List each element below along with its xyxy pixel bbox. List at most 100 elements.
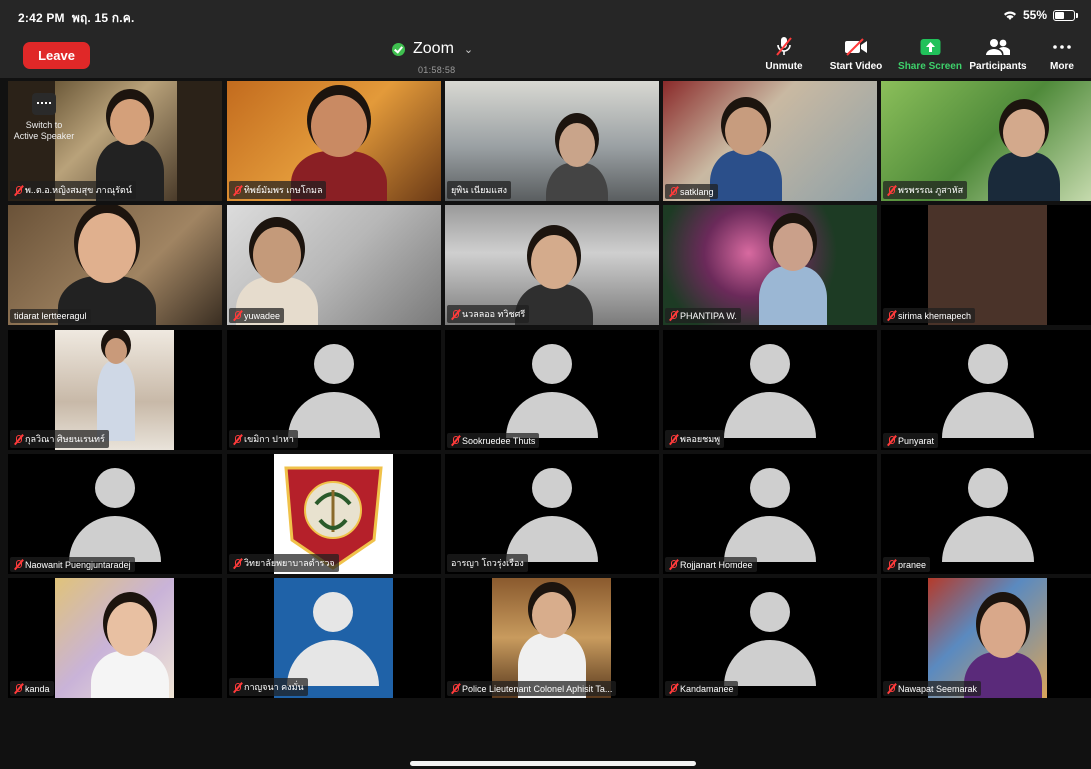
mic-muted-icon [14,434,23,445]
battery-level [1055,11,1064,19]
participant-name-tag: Kandamanee [665,681,738,696]
mic-muted-icon [233,558,242,569]
video-feed [663,81,877,201]
more-label: More [1050,61,1074,72]
mic-muted-icon [233,310,242,321]
participant-tile[interactable]: ทิพย์มัมพร เกษโกมล [227,81,441,201]
participant-name: นวลลออ ทวิชศรี [462,309,526,319]
participant-name-tag: พ..ต.อ.หญิงสมสุข ภาณุรัตน์ [10,181,136,199]
participant-tile[interactable]: กาญจนา คงมั่น [227,578,441,698]
participant-name: Police Lieutenant Colonel Aphisit Ta... [462,683,613,694]
avatar-placeholder-icon [942,468,1034,562]
participant-tile[interactable]: Rojjanart Homdee [663,454,877,574]
avatar-placeholder-icon [724,592,816,686]
participant-name: Punyarat [898,435,935,446]
video-feed [928,578,1047,698]
participant-tile[interactable]: yuwadee [227,205,441,325]
more-button[interactable]: More [1025,36,1091,72]
participant-tile[interactable]: Police Lieutenant Colonel Aphisit Ta... [445,578,659,698]
participant-name: satklang [680,186,714,197]
participant-name-tag: Sookruedee Thuts [447,433,540,448]
wifi-icon [1003,11,1016,20]
person-face [107,602,153,656]
share-screen-label: Share Screen [898,61,962,72]
mic-muted-icon [887,185,896,196]
participant-tile[interactable]: Punyarat [881,330,1091,450]
mic-muted-icon [669,434,678,445]
participant-tile[interactable]: เขมิกา ปาหา [227,330,441,450]
avatar-placeholder-icon [506,344,598,438]
video-gallery: Switch to Active Speaker พ..ต.อ.หญิงสมสุข… [8,81,1091,699]
participant-tile[interactable]: Kandamanee [663,578,877,698]
participant-name-tag: อารญา โถวรุ่งเรือง [447,554,528,572]
start-video-label: Start Video [829,61,883,72]
participant-name-tag: tidarat lertteeragul [10,309,91,323]
participant-tile[interactable]: PHANTIPA W. [663,205,877,325]
video-feed [8,205,222,325]
leave-button[interactable]: Leave [23,42,90,69]
participants-button[interactable]: Participants [961,36,1035,72]
avatar-placeholder-icon [724,344,816,438]
participant-tile[interactable]: อารญา โถวรุ่งเรือง [445,454,659,574]
participant-name: Nawapat Seemarak [898,683,978,694]
participant-name-tag: satklang [665,184,718,199]
participant-tile[interactable]: tidarat lertteeragul [8,205,222,325]
participant-tile[interactable]: kanda [8,578,222,698]
video-feed [928,205,1047,325]
mic-muted-icon [669,559,678,570]
participant-tile[interactable]: sirima khemapech [881,205,1091,325]
mic-muted-icon [669,310,678,321]
participant-tile[interactable]: Sookruedee Thuts [445,330,659,450]
participant-tile[interactable]: ยุพิน เนียมแสง [445,81,659,201]
participant-tile[interactable]: กุลวิณา ศิษยนเรนทร์ [8,330,222,450]
meeting-title: Zoom [413,40,454,57]
avatar-placeholder-icon [287,592,379,686]
participant-tile[interactable]: Naowanit Puengjuntaradej [8,454,222,574]
participant-tile[interactable]: พรพรรณ ภูสาหัส [881,81,1091,201]
mic-muted-icon [233,434,242,445]
avatar-placeholder-icon [724,468,816,562]
mic-muted-icon [887,310,896,321]
mic-muted-icon [233,682,242,693]
participant-tile[interactable]: นวลลออ ทวิชศรี [445,205,659,325]
mic-muted-icon [669,683,678,694]
person-face [773,223,813,271]
participant-tile[interactable]: satklang [663,81,877,201]
participant-name: อารญา โถวรุ่งเรือง [451,558,524,568]
meeting-toolbar: Leave Zoom ⌄ 01:58:58 Unmute Start Video… [0,30,1091,78]
participant-tile[interactable]: พลอยชมพู [663,330,877,450]
participant-name-tag: ยุพิน เนียมแสง [447,181,511,199]
person-face [105,338,127,364]
active-speaker-icon [32,93,56,115]
mic-muted-icon [887,559,896,570]
unmute-button[interactable]: Unmute [747,36,821,72]
mic-muted-icon [887,435,896,446]
start-video-button[interactable]: Start Video [819,36,893,72]
participant-name: pranee [898,559,927,570]
mic-muted-icon [451,435,460,446]
participant-name: tidarat lertteeragul [14,311,87,321]
avatar-placeholder-icon [288,344,380,438]
home-indicator[interactable] [410,761,696,766]
participant-tile[interactable]: Nawapat Seemarak [881,578,1091,698]
mic-muted-icon [887,683,896,694]
participant-tile[interactable]: วิทยาลัยพยาบาลตำรวจ [227,454,441,574]
person-body [546,162,608,201]
participant-name: PHANTIPA W. [680,310,737,321]
battery-icon [1053,9,1078,21]
participant-name-tag: นวลลออ ทวิชศรี [447,305,530,323]
participant-tile[interactable]: pranee [881,454,1091,574]
participant-name: พ..ต.อ.หญิงสมสุข ภาณุรัตน์ [25,185,132,195]
status-bar: 2:42 PM พฤ. 15 ก.ค. 55% [0,0,1091,30]
video-off-icon [844,36,868,57]
meeting-timer: 01:58:58 [418,65,456,75]
switch-to-active-speaker-button[interactable]: Switch to Active Speaker [13,89,75,142]
participant-name-tag: พรพรรณ ภูสาหัส [883,181,968,199]
participant-tile[interactable]: Switch to Active Speaker พ..ต.อ.หญิงสมสุข… [8,81,222,201]
share-screen-button[interactable]: Share Screen [893,36,967,72]
participant-name-tag: ทิพย์มัมพร เกษโกมล [229,181,327,199]
meeting-info-dropdown[interactable]: Zoom ⌄ [392,40,473,58]
participants-label: Participants [969,61,1027,72]
person-face [1003,109,1045,157]
participant-name-tag: วิทยาลัยพยาบาลตำรวจ [229,554,339,572]
